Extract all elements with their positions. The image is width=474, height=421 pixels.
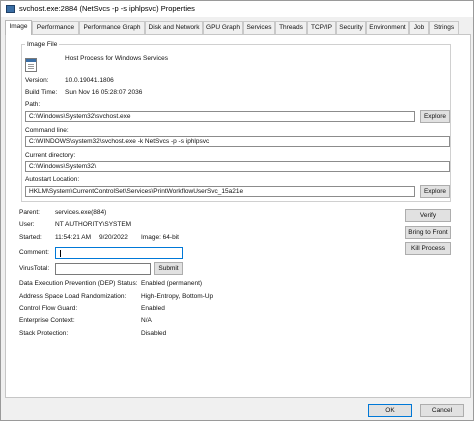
image-file-group-label: Image File (25, 41, 60, 48)
executable-icon (25, 58, 37, 72)
current-directory-label: Current directory: (25, 152, 76, 159)
current-directory-field[interactable]: C:\Windows\System32\ (25, 161, 450, 172)
version-label: Version: (25, 77, 49, 84)
command-line-label: Command line: (25, 127, 69, 134)
tab-threads[interactable]: Threads (275, 21, 307, 35)
aslr-label: Address Space Load Randomization: (19, 293, 127, 300)
build-time-value: Sun Nov 16 05:28:07 2036 (65, 89, 143, 96)
tab-security[interactable]: Security (336, 21, 366, 35)
tab-disk-and-network[interactable]: Disk and Network (145, 21, 203, 35)
tab-strings[interactable]: Strings (429, 21, 459, 35)
tab-performance-graph[interactable]: Performance Graph (79, 21, 145, 35)
image-file-group (21, 44, 451, 202)
enterprise-context-label: Enterprise Context: (19, 317, 75, 324)
control-flow-guard-label: Control Flow Guard: (19, 305, 78, 312)
comment-input[interactable] (55, 247, 183, 259)
dep-status-label: Data Execution Prevention (DEP) Status: (19, 280, 138, 287)
virustotal-submit-button[interactable]: Submit (154, 262, 183, 275)
image-description: Host Process for Windows Services (65, 55, 168, 62)
stack-protection-value: Disabled (141, 330, 167, 337)
virustotal-label: VirusTotal: (19, 265, 50, 272)
properties-window: svchost.exe:2884 (NetSvcs -p -s iphlpsvc… (0, 0, 474, 421)
virustotal-result-field (55, 263, 151, 275)
parent-value: services.exe(884) (55, 209, 107, 216)
title-bar[interactable]: svchost.exe:2884 (NetSvcs -p -s iphlpsvc… (1, 1, 473, 17)
ok-button[interactable]: OK (368, 404, 412, 417)
cancel-button[interactable]: Cancel (420, 404, 464, 417)
tab-services[interactable]: Services (243, 21, 275, 35)
window-title: svchost.exe:2884 (NetSvcs -p -s iphlpsvc… (19, 4, 195, 13)
started-date: 9/20/2022 (99, 234, 128, 241)
path-label: Path: (25, 101, 41, 108)
tab-tcp-ip[interactable]: TCP/IP (307, 21, 336, 35)
tab-image[interactable]: Image (5, 20, 32, 35)
user-label: User: (19, 221, 35, 228)
aslr-value: High-Entropy, Bottom-Up (141, 293, 214, 300)
tab-gpu-graph[interactable]: GPU Graph (203, 21, 243, 35)
parent-label: Parent: (19, 209, 40, 216)
stack-protection-label: Stack Protection: (19, 330, 69, 337)
kill-process-button[interactable]: Kill Process (405, 242, 451, 255)
user-value: NT AUTHORITY\SYSTEM (55, 221, 132, 228)
verify-button[interactable]: Verify (405, 209, 451, 222)
text-caret (60, 250, 61, 257)
app-icon (6, 5, 15, 13)
autostart-location-field[interactable]: HKLM\System\CurrentControlSet\Services\P… (25, 186, 415, 197)
build-time-label: Build Time: (25, 89, 58, 96)
autostart-location-label: Autostart Location: (25, 176, 80, 183)
image-bitness: Image: 64-bit (141, 234, 179, 241)
bring-to-front-button[interactable]: Bring to Front (405, 226, 451, 239)
tab-environment[interactable]: Environment (366, 21, 409, 35)
enterprise-context-value: N/A (141, 317, 152, 324)
command-line-field[interactable]: C:\WINDOWS\system32\svchost.exe -k NetSv… (25, 136, 450, 147)
tab-performance[interactable]: Performance (32, 21, 79, 35)
tab-job[interactable]: Job (409, 21, 429, 35)
version-value: 10.0.19041.1806 (65, 77, 114, 84)
control-flow-guard-value: Enabled (141, 305, 165, 312)
path-explore-button[interactable]: Explore (420, 110, 450, 123)
comment-label: Comment: (19, 249, 49, 256)
autostart-explore-button[interactable]: Explore (420, 185, 450, 198)
tab-strip: Image Performance Performance Graph Disk… (5, 20, 471, 35)
dep-status-value: Enabled (permanent) (141, 280, 203, 287)
path-field[interactable]: C:\Windows\System32\svchost.exe (25, 111, 415, 122)
started-time: 11:54:21 AM (55, 234, 92, 241)
started-label: Started: (19, 234, 42, 241)
